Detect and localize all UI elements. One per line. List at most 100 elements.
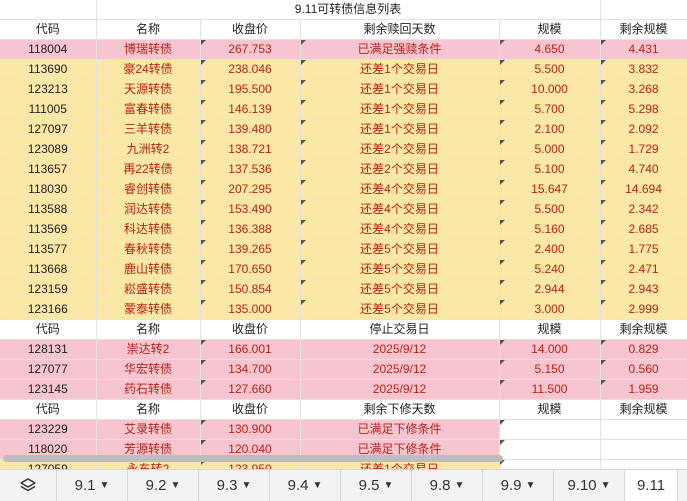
table-cell[interactable]: 14.000 [499,339,601,360]
table-cell[interactable]: 2.999 [600,299,687,320]
header-cell[interactable]: 代码 [0,319,97,340]
table-cell[interactable]: 1.775 [600,239,687,260]
sheet-list-button[interactable] [0,470,57,501]
sheet-tab-9-9[interactable]: 9.9 ▼ [483,470,554,501]
table-cell[interactable]: 还差4个交易日 [300,199,500,220]
table-cell[interactable] [600,419,687,440]
table-cell[interactable]: 111005 [0,99,97,120]
table-cell[interactable]: 崇达转2 [96,339,201,360]
table-cell[interactable]: 蒙泰转债 [96,299,201,320]
table-cell[interactable]: 123166 [0,299,97,320]
table-cell[interactable]: 睿创转债 [96,179,201,200]
table-cell[interactable]: 华宏转债 [96,359,201,380]
table-cell[interactable]: 1.959 [600,379,687,400]
table-cell[interactable]: 还差5个交易日 [300,279,500,300]
table-cell[interactable]: 还差1个交易日 [300,59,500,80]
table-cell[interactable]: 5.298 [600,99,687,120]
header-cell[interactable]: 剩余规模 [600,19,687,40]
chevron-down-icon[interactable]: ▼ [601,480,611,491]
table-cell[interactable]: 127.660 [200,379,301,400]
table-cell[interactable]: 127077 [0,359,97,380]
table-cell[interactable]: 还差5个交易日 [300,299,500,320]
table-cell[interactable]: 5.500 [499,199,601,220]
table-cell[interactable]: 药石转债 [96,379,201,400]
cell[interactable] [600,0,687,20]
spreadsheet-grid[interactable]: 9.11可转债信息列表 代码 名称 收盘价 剩余赎回天数 规模 剩余规模 118004 博瑞转… [0,0,687,469]
table-cell[interactable]: 5.700 [499,99,601,120]
table-cell[interactable]: 113577 [0,239,97,260]
header-cell[interactable]: 收盘价 [200,399,301,420]
table-cell[interactable]: 九洲转2 [96,139,201,160]
chevron-down-icon[interactable]: ▼ [241,480,251,491]
table-cell[interactable]: 3.832 [600,59,687,80]
table-cell[interactable]: 128131 [0,339,97,360]
table-cell[interactable]: 2.944 [499,279,601,300]
chevron-down-icon[interactable]: ▼ [312,480,322,491]
sheet-tab-9-8[interactable]: 9.8 ▼ [412,470,483,501]
table-cell[interactable]: 2.100 [499,119,601,140]
table-cell[interactable]: 118030 [0,179,97,200]
table-cell[interactable]: 170.650 [200,259,301,280]
table-cell[interactable]: 113668 [0,259,97,280]
sheet-tab-9-1[interactable]: 9.1 ▼ [57,470,128,501]
sheet-title[interactable]: 9.11可转债信息列表 [96,0,601,20]
table-cell[interactable]: 5.500 [499,59,601,80]
table-cell[interactable]: 166.001 [200,339,301,360]
table-cell[interactable]: 11.500 [499,379,601,400]
table-cell[interactable]: 123229 [0,419,97,440]
table-cell[interactable]: 118004 [0,39,97,60]
table-cell[interactable]: 已满足下修条件 [300,419,500,440]
table-cell[interactable]: 2.092 [600,119,687,140]
table-cell[interactable]: 还差1个交易日 [300,119,500,140]
sheet-tab-9-2[interactable]: 9.2 ▼ [128,470,199,501]
table-cell[interactable]: 5.100 [499,159,601,180]
header-cell[interactable]: 代码 [0,19,97,40]
sheet-tab-9-10[interactable]: 9.10 ▼ [554,470,625,501]
header-cell[interactable]: 剩余规模 [600,319,687,340]
table-cell[interactable]: 130.900 [200,419,301,440]
horizontal-scrollbar[interactable] [0,453,687,464]
table-cell[interactable]: 5.160 [499,219,601,240]
header-cell[interactable]: 剩余下修天数 [300,399,500,420]
table-cell[interactable]: 207.295 [200,179,301,200]
table-cell[interactable]: 已满足强赎条件 [300,39,500,60]
table-cell[interactable]: 2025/9/12 [300,339,500,360]
table-cell[interactable]: 再22转债 [96,159,201,180]
header-cell[interactable]: 剩余赎回天数 [300,19,500,40]
bond-table[interactable]: 9.11可转债信息列表 代码 名称 收盘价 剩余赎回天数 规模 剩余规模 118004 博瑞转… [0,0,687,469]
header-cell[interactable]: 名称 [96,19,201,40]
header-cell[interactable]: 收盘价 [200,19,301,40]
sheet-tab-9-4[interactable]: 9.4 ▼ [270,470,341,501]
table-cell[interactable]: 三羊转债 [96,119,201,140]
table-cell[interactable] [499,419,601,440]
sheet-tab-9-5[interactable]: 9.5 ▼ [341,470,412,501]
table-cell[interactable]: 113588 [0,199,97,220]
table-cell[interactable]: 富春转债 [96,99,201,120]
table-cell[interactable]: 还差2个交易日 [300,159,500,180]
table-cell[interactable]: 113657 [0,159,97,180]
chevron-down-icon[interactable]: ▼ [525,480,535,491]
table-cell[interactable]: 2025/9/12 [300,379,500,400]
sheet-tab-9-3[interactable]: 9.3 ▼ [199,470,270,501]
table-cell[interactable]: 0.829 [600,339,687,360]
table-cell[interactable]: 天源转债 [96,79,201,100]
table-cell[interactable]: 139.480 [200,119,301,140]
table-cell[interactable]: 2.943 [600,279,687,300]
table-cell[interactable]: 润达转债 [96,199,201,220]
table-cell[interactable]: 136.388 [200,219,301,240]
table-cell[interactable]: 195.500 [200,79,301,100]
table-cell[interactable]: 春秋转债 [96,239,201,260]
header-cell[interactable]: 剩余规模 [600,399,687,420]
table-cell[interactable]: 还差1个交易日 [300,79,500,100]
header-cell[interactable]: 停止交易日 [300,319,500,340]
table-cell[interactable]: 科达转债 [96,219,201,240]
header-cell[interactable]: 收盘价 [200,319,301,340]
table-cell[interactable]: 10.000 [499,79,601,100]
table-cell[interactable]: 0.560 [600,359,687,380]
chevron-down-icon[interactable]: ▼ [99,480,109,491]
header-cell[interactable]: 规模 [499,319,601,340]
table-cell[interactable]: 123145 [0,379,97,400]
table-cell[interactable]: 135.000 [200,299,301,320]
table-cell[interactable]: 还差5个交易日 [300,239,500,260]
table-cell[interactable]: 15.647 [499,179,601,200]
